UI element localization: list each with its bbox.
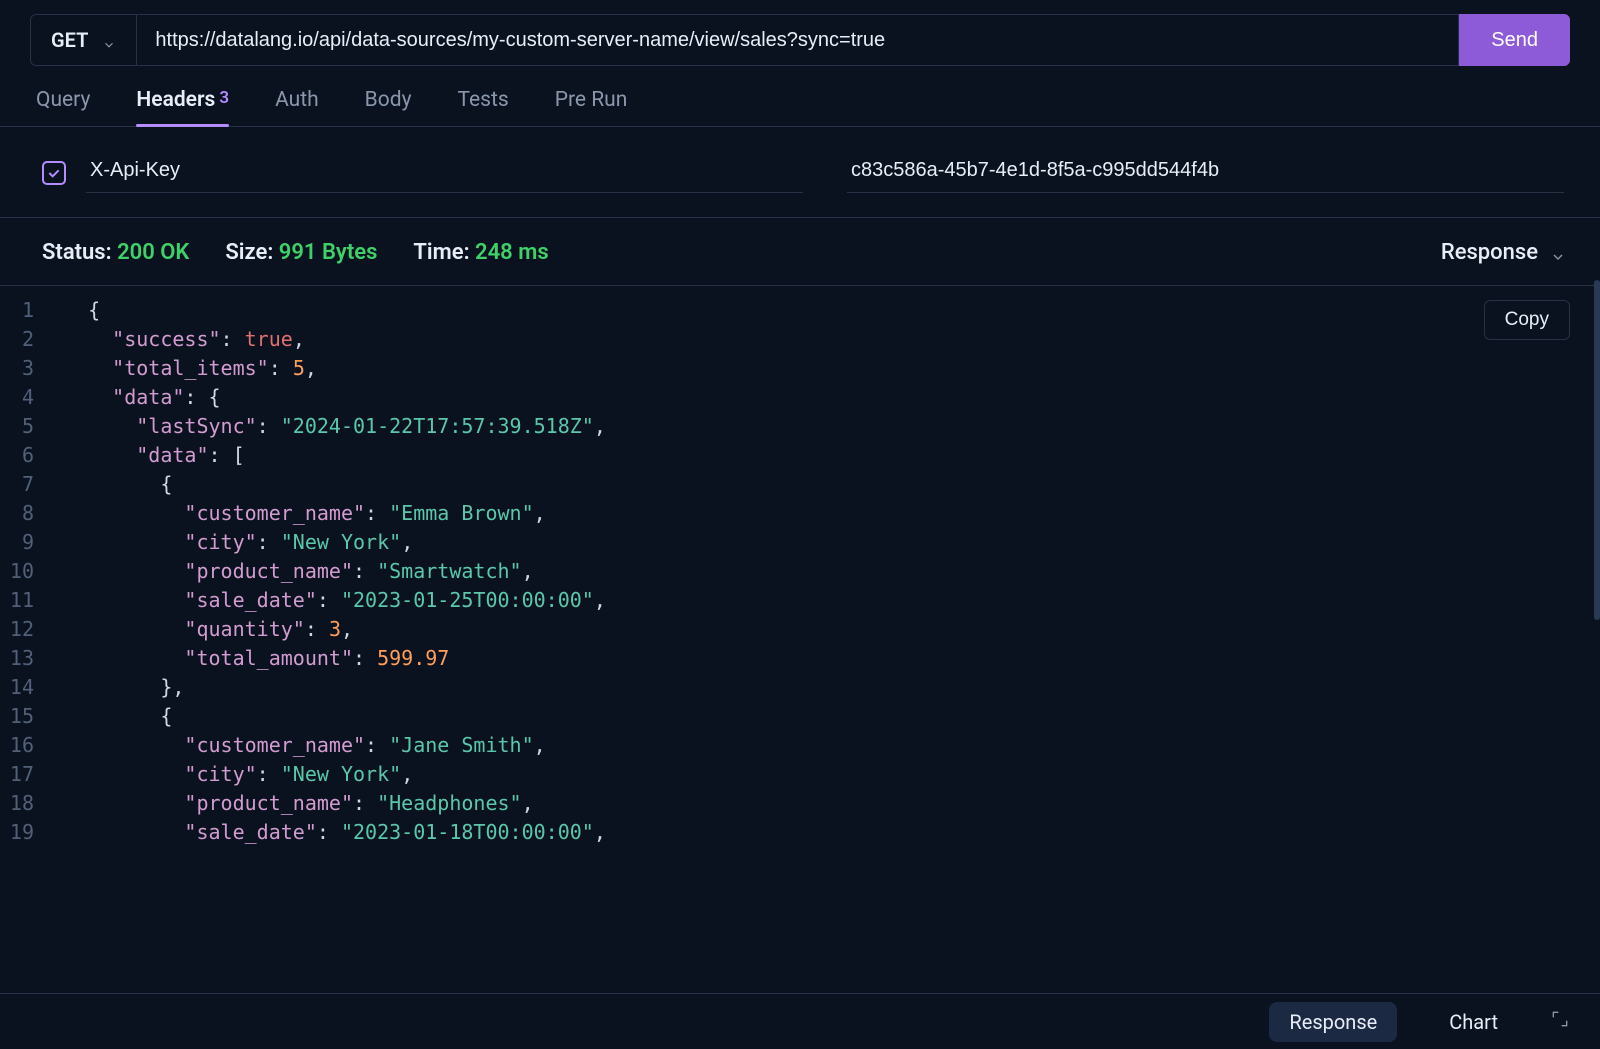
json-code[interactable]: 1 {2 "success": true,3 "total_items": 5,…	[0, 286, 1600, 847]
code-line: 15 {	[0, 702, 1600, 731]
send-button[interactable]: Send	[1459, 14, 1570, 66]
code-line: 2 "success": true,	[0, 325, 1600, 354]
response-status-bar: Status: 200 OK Size: 991 Bytes Time: 248…	[0, 218, 1600, 286]
scrollbar-indicator[interactable]	[1594, 280, 1600, 620]
url-input[interactable]	[136, 14, 1459, 66]
code-line: 19 "sale_date": "2023-01-18T00:00:00",	[0, 818, 1600, 847]
footer-tab-chart[interactable]: Chart	[1429, 1002, 1518, 1042]
tab-query[interactable]: Query	[36, 88, 90, 126]
code-line: 6 "data": [	[0, 441, 1600, 470]
code-line: 3 "total_items": 5,	[0, 354, 1600, 383]
response-body-viewer: Copy 1 {2 "success": true,3 "total_items…	[0, 286, 1600, 886]
code-line: 13 "total_amount": 599.97	[0, 644, 1600, 673]
http-method-select[interactable]: GET	[30, 14, 136, 66]
code-line: 18 "product_name": "Headphones",	[0, 789, 1600, 818]
time-group: Time: 248 ms	[413, 240, 548, 265]
header-key-input[interactable]	[86, 153, 803, 193]
request-bar: GET Send	[0, 0, 1600, 66]
code-line: 14 },	[0, 673, 1600, 702]
code-line: 11 "sale_date": "2023-01-25T00:00:00",	[0, 586, 1600, 615]
footer-tabs: Response Chart	[0, 993, 1600, 1049]
code-line: 17 "city": "New York",	[0, 760, 1600, 789]
chevron-down-icon	[102, 33, 116, 47]
header-row	[0, 127, 1600, 218]
copy-button[interactable]: Copy	[1484, 300, 1570, 340]
code-line: 9 "city": "New York",	[0, 528, 1600, 557]
tab-auth[interactable]: Auth	[275, 88, 319, 126]
code-line: 10 "product_name": "Smartwatch",	[0, 557, 1600, 586]
expand-icon[interactable]	[1550, 1009, 1570, 1035]
size-group: Size: 991 Bytes	[225, 240, 377, 265]
http-method-value: GET	[51, 28, 88, 52]
code-line: 8 "customer_name": "Emma Brown",	[0, 499, 1600, 528]
code-line: 7 {	[0, 470, 1600, 499]
chevron-down-icon	[1550, 246, 1564, 260]
code-line: 5 "lastSync": "2024-01-22T17:57:39.518Z"…	[0, 412, 1600, 441]
status-group: Status: 200 OK	[42, 240, 189, 265]
headers-count-badge: 3	[219, 88, 229, 108]
tab-body[interactable]: Body	[365, 88, 412, 126]
header-enabled-checkbox[interactable]	[42, 161, 66, 185]
tab-headers[interactable]: Headers3	[136, 88, 229, 126]
header-value-input[interactable]	[847, 153, 1564, 193]
response-view-dropdown[interactable]: Response	[1441, 240, 1564, 265]
tab-prerun[interactable]: Pre Run	[555, 88, 628, 126]
footer-tab-response[interactable]: Response	[1269, 1002, 1397, 1042]
code-line: 4 "data": {	[0, 383, 1600, 412]
tab-tests[interactable]: Tests	[458, 88, 509, 126]
code-line: 1 {	[0, 296, 1600, 325]
code-line: 12 "quantity": 3,	[0, 615, 1600, 644]
code-line: 16 "customer_name": "Jane Smith",	[0, 731, 1600, 760]
request-tabs: Query Headers3 Auth Body Tests Pre Run	[0, 66, 1600, 127]
